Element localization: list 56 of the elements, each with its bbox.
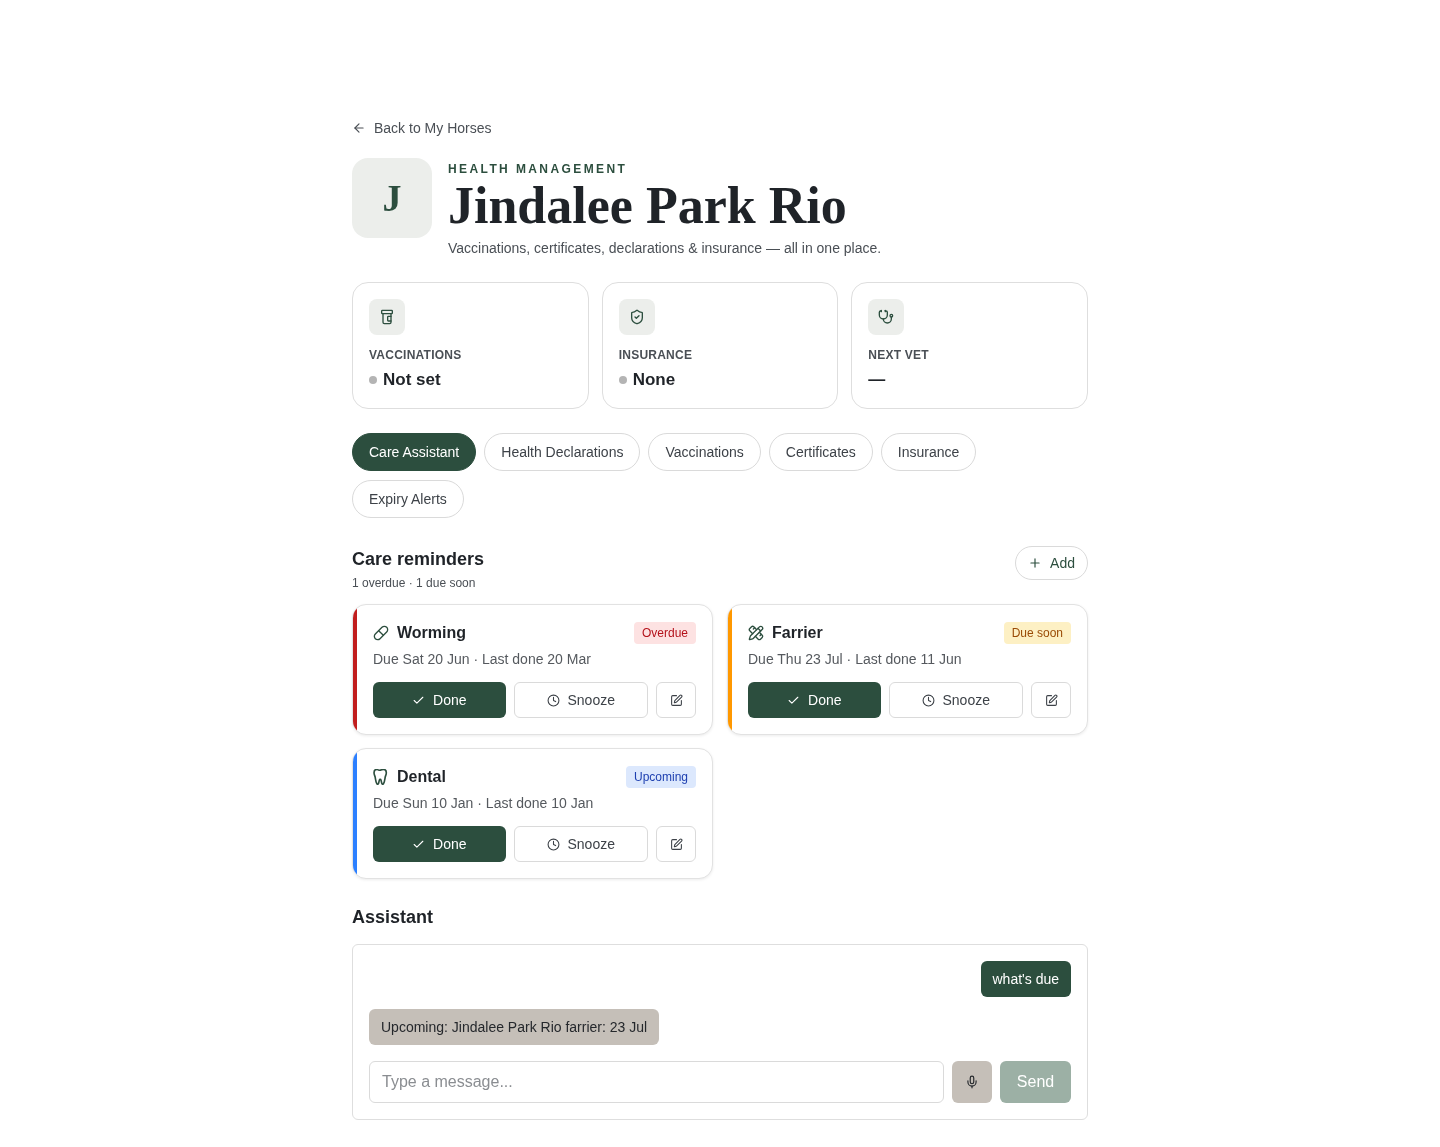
page-subtitle: Vaccinations, certificates, declarations & insurance — all in one place. [448,239,882,258]
snooze-button[interactable]: Snooze [513,682,648,718]
reminder-due: Due Sat 20 Jun · Last done 20 Mar [373,650,592,669]
reminder-due: Due Sun 10 Jan · Last done 10 Jan [373,794,595,813]
message-input[interactable]: Type a message... [369,1061,944,1103]
bottle-icon [369,299,405,335]
plus-icon [1028,556,1043,570]
status-badge: Overdue [633,622,696,644]
tab[interactable]: Insurance [880,433,977,471]
user-message: what's due [980,961,1071,997]
pencil-ruler-icon [748,625,764,641]
pill-icon [373,625,389,641]
tab[interactable]: Certificates [768,433,873,471]
reminder-summary: 1 overdue · 1 due soon [352,575,477,591]
horse-name-title: Jindalee Park Rio [448,180,848,232]
done-button[interactable]: Done [373,826,506,862]
edit-icon [669,693,683,707]
stat-value: Not set [383,369,441,391]
reminder-title: Dental [397,767,446,787]
clock-icon [921,693,935,707]
clock-icon [546,837,560,851]
stat-label: INSURANCE [618,347,694,363]
eyebrow-label: HEALTH MANAGEMENT [448,161,629,177]
stat-label: NEXT VET [868,347,930,363]
snooze-button[interactable]: Snooze [888,682,1023,718]
stat-value: None [632,369,676,391]
edit-button[interactable] [1031,682,1071,718]
edit-button[interactable] [656,682,696,718]
reminder-due: Due Thu 23 Jul · Last done 11 Jun [748,650,963,669]
horse-avatar: J [352,158,432,238]
clock-icon [546,693,560,707]
edit-icon [1044,693,1058,707]
tooth-icon [373,769,389,785]
section-title: Care reminders [352,548,485,571]
tab[interactable]: Vaccinations [648,433,761,471]
done-button[interactable]: Done [748,682,881,718]
section-title: Assistant [352,906,435,929]
stethoscope-icon [868,299,905,335]
assistant-message: Upcoming: Jindalee Park Rio farrier: 23 Jul [369,1009,660,1045]
stat-label: VACCINATIONS [369,347,463,363]
back-link[interactable]: Back to My Horses [352,118,492,138]
mic-icon [965,1075,979,1089]
status-badge: Upcoming [625,766,696,788]
reminder-title: Farrier [772,623,823,643]
snooze-button[interactable]: Snooze [513,826,648,862]
stat-value: — [868,369,886,391]
tab[interactable]: Expiry Alerts [352,480,464,518]
tab[interactable]: Care Assistant [352,433,477,471]
edit-icon [669,837,683,851]
mic-button[interactable] [952,1061,992,1103]
status-badge: Due soon [1003,622,1071,644]
done-button[interactable]: Done [373,682,506,718]
tab[interactable]: Health Declarations [484,433,641,471]
edit-button[interactable] [656,826,696,862]
shield-check-icon [618,299,655,335]
reminder-title: Worming [397,623,467,643]
